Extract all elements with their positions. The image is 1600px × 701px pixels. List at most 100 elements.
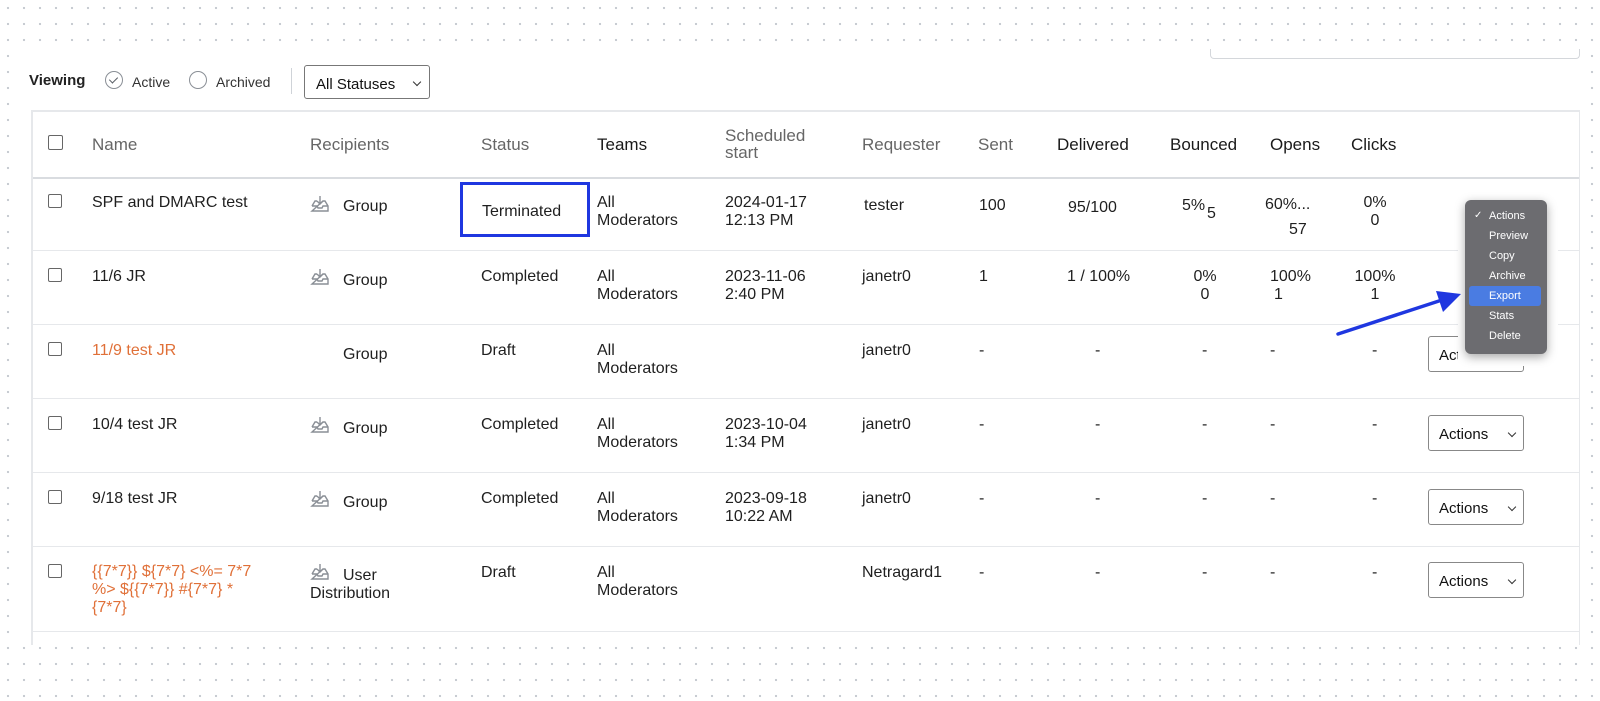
inbox-tray-icon <box>310 416 330 434</box>
opens-count: 57 <box>1289 221 1307 238</box>
opens-value: - <box>1270 416 1276 433</box>
select-all-checkbox[interactable] <box>48 135 63 150</box>
actions-select[interactable]: Actions <box>1428 562 1524 598</box>
requester-value: Netragard1 <box>862 564 943 581</box>
status-value: Draft <box>481 342 516 359</box>
status-filter-value: All Statuses <box>316 76 396 93</box>
opens-value: - <box>1270 564 1276 581</box>
delivered-value: - <box>1095 416 1101 433</box>
column-sent[interactable]: Sent <box>978 136 1013 153</box>
menu-item-archive[interactable]: Archive <box>1469 266 1541 286</box>
toolbar-divider <box>291 68 292 94</box>
menu-item-preview[interactable]: Preview <box>1469 226 1541 246</box>
row-checkbox[interactable] <box>48 268 62 282</box>
table-row[interactable]: 9/18 test JR Group Completed All Moderato… <box>33 473 1579 547</box>
row-checkbox[interactable] <box>48 416 62 430</box>
column-status[interactable]: Status <box>481 136 529 153</box>
column-scheduled-start[interactable]: Scheduled start <box>725 127 805 161</box>
recipients-value-line1: User <box>343 567 377 584</box>
requester-value: tester <box>864 197 905 214</box>
sent-value: 1 <box>979 268 988 285</box>
column-requester[interactable]: Requester <box>862 136 940 153</box>
actions-dropdown-menu[interactable]: ✓ Actions Preview Copy Archive Export St… <box>1465 200 1547 354</box>
delivered-value: 1 / 100% <box>1067 268 1131 285</box>
clicks-value: - <box>1372 490 1378 507</box>
teams-value: All Moderators <box>597 564 678 599</box>
scheduled-start-value: 2023-09-18 10:22 AM <box>725 490 807 525</box>
recipients-value: Group <box>343 420 388 437</box>
column-clicks[interactable]: Clicks <box>1351 136 1396 153</box>
chevron-down-icon <box>1507 502 1517 512</box>
campaign-name[interactable]: 11/9 test JR <box>92 342 176 360</box>
column-recipients[interactable]: Recipients <box>310 136 389 153</box>
table-row[interactable]: SPF and DMARC test Group Terminated All M… <box>33 177 1579 251</box>
inbox-tray-icon <box>310 268 330 286</box>
clicks-value: - <box>1372 564 1378 581</box>
table-row[interactable]: {{7*7}} ${7*7} <%= 7*7 %> ${{7*7}} #{7*7}… <box>33 547 1579 632</box>
requester-value: janetr0 <box>862 416 911 433</box>
actions-select[interactable]: Actions <box>1428 489 1524 525</box>
scheduled-start-value: 2023-10-04 1:34 PM <box>725 416 807 451</box>
campaign-name[interactable]: {{7*7}} ${7*7} <%= 7*7 %> ${{7*7}} #{7*7}… <box>92 563 251 617</box>
table-header: Name Recipients Status Teams Scheduled s… <box>33 112 1579 179</box>
chevron-down-icon <box>412 77 422 87</box>
column-delivered[interactable]: Delivered <box>1057 136 1129 153</box>
column-scheduled-line1: Scheduled <box>725 126 806 145</box>
delivered-value: - <box>1095 490 1101 507</box>
sent-value: - <box>979 342 985 359</box>
menu-item-export[interactable]: Export <box>1469 286 1541 306</box>
chevron-down-icon <box>1507 575 1517 585</box>
bounced-pct: 5% <box>1182 197 1206 214</box>
actions-select[interactable]: Actions <box>1428 415 1524 451</box>
status-filter-select[interactable]: All Statuses <box>304 65 430 99</box>
opens-value: 100% 1 <box>1270 268 1311 303</box>
menu-item-actions[interactable]: ✓ Actions <box>1469 206 1541 226</box>
row-checkbox[interactable] <box>48 490 62 504</box>
delivered-value: 95/100 <box>1068 199 1117 216</box>
archived-radio[interactable] <box>189 71 207 89</box>
status-value: Completed <box>481 416 559 433</box>
status-value: Completed <box>481 490 559 507</box>
teams-value: All Moderators <box>597 416 678 451</box>
row-checkbox[interactable] <box>48 564 62 578</box>
sent-value: 100 <box>979 197 1006 214</box>
sent-value: - <box>979 490 985 507</box>
campaign-name[interactable]: 11/6 JR <box>92 268 146 286</box>
archived-radio-label[interactable]: Archived <box>216 74 270 90</box>
menu-item-stats[interactable]: Stats <box>1469 306 1541 326</box>
scheduled-start-value: 2023-11-06 2:40 PM <box>725 268 806 303</box>
checkmark-icon: ✓ <box>1474 210 1483 221</box>
row-checkbox[interactable] <box>48 342 62 356</box>
inbox-tray-icon <box>310 195 330 213</box>
recipients-value: Group <box>343 346 388 363</box>
column-name[interactable]: Name <box>92 136 137 153</box>
sent-value: - <box>979 416 985 433</box>
scheduled-start-value: 2024-01-17 12:13 PM <box>725 194 807 229</box>
column-opens[interactable]: Opens <box>1270 136 1320 153</box>
requester-value: janetr0 <box>862 490 911 507</box>
inbox-tray-icon <box>310 563 330 581</box>
status-value: Draft <box>481 564 516 581</box>
recipients-value: Group <box>343 198 388 215</box>
clicks-value: - <box>1372 416 1378 433</box>
status-value: Completed <box>481 268 559 285</box>
requester-value: janetr0 <box>862 268 911 285</box>
active-radio-label[interactable]: Active <box>132 74 170 90</box>
row-checkbox[interactable] <box>48 194 62 208</box>
menu-item-delete[interactable]: Delete <box>1469 326 1541 346</box>
recipients-value: Group <box>343 272 388 289</box>
opens-pct: 60%... <box>1265 196 1311 213</box>
campaign-name[interactable]: 9/18 test JR <box>92 490 177 508</box>
campaign-name[interactable]: 10/4 test JR <box>92 416 177 434</box>
table-row[interactable]: 10/4 test JR Group Completed All Moderato… <box>33 399 1579 473</box>
teams-value: All Moderators <box>597 342 678 377</box>
active-radio[interactable] <box>105 71 123 89</box>
campaign-name[interactable]: SPF and DMARC test <box>92 194 248 212</box>
column-bounced[interactable]: Bounced <box>1170 136 1237 153</box>
teams-value: All Moderators <box>597 194 678 229</box>
bounced-value: - <box>1202 416 1208 433</box>
campaigns-panel: Viewing Active Archived All Statuses Nam… <box>13 49 1580 645</box>
search-input[interactable] <box>1210 49 1580 59</box>
column-teams[interactable]: Teams <box>597 136 647 153</box>
menu-item-copy[interactable]: Copy <box>1469 246 1541 266</box>
